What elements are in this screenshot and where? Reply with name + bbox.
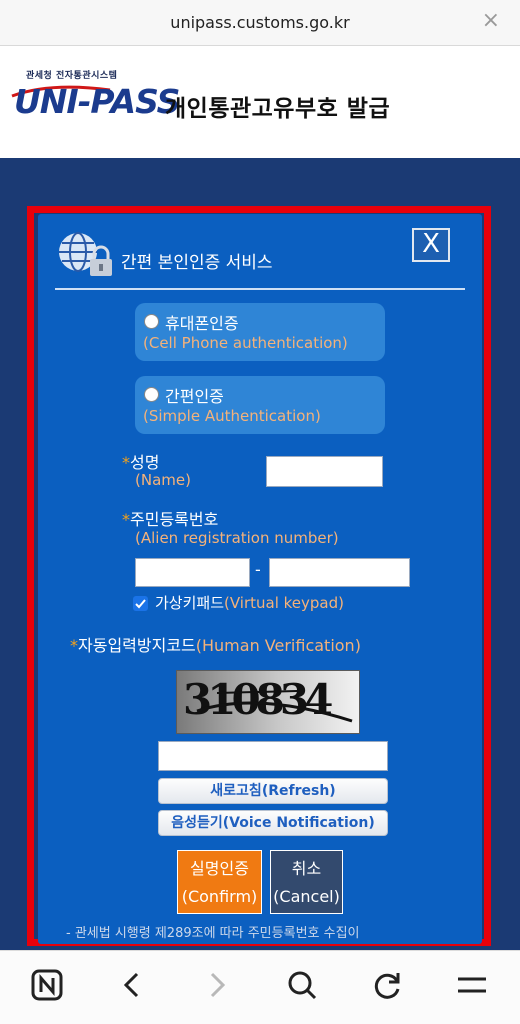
menu-icon[interactable]: [452, 965, 492, 1005]
virtual-keypad-label-en: (Virtual keypad): [224, 594, 344, 612]
confirm-label-en: (Confirm): [181, 887, 258, 906]
option-simple-auth-label: 간편인증: [165, 387, 224, 406]
naver-home-icon[interactable]: [27, 965, 67, 1005]
required-star: *: [70, 636, 78, 655]
regno-separator: -: [255, 560, 261, 579]
regno-label-text: 주민등록번호: [130, 510, 219, 529]
captcha-noise-icon: [196, 690, 353, 723]
confirm-button[interactable]: 실명인증 (Confirm): [177, 850, 262, 914]
name-label-en: (Name): [135, 471, 191, 489]
browser-toolbar: [0, 950, 520, 1024]
virtual-keypad-label: 가상키패드(Virtual keypad): [155, 592, 344, 613]
checkmark-icon: [135, 599, 146, 609]
legal-note: - 관세법 시행령 제289조에 따라 주민등록번호 수집이: [66, 926, 360, 941]
captcha-image: 310834: [176, 670, 360, 734]
name-input[interactable]: [266, 456, 383, 487]
captcha-label: *자동입력방지코드(Human Verification): [70, 632, 361, 656]
page-title: 개인통관고유부호 발급: [165, 96, 391, 122]
dialog-divider: [55, 288, 465, 290]
cancel-button[interactable]: 취소 (Cancel): [270, 850, 343, 914]
cancel-label: 취소: [291, 859, 322, 878]
option-simple-auth-label-en: (Simple Authentication): [143, 407, 321, 425]
refresh-icon[interactable]: [367, 965, 407, 1005]
radio-simple-auth[interactable]: [144, 387, 159, 402]
captcha-label-en: (Human Verification): [195, 636, 361, 655]
confirm-label: 실명인증: [190, 859, 249, 878]
option-cell-phone-auth[interactable]: 휴대폰인증 (Cell Phone authentication): [135, 303, 385, 361]
logo-subtitle: 관세청 전자통관시스템: [26, 71, 118, 81]
globe-lock-icon: [59, 232, 112, 276]
option-cell-phone-label-en: (Cell Phone authentication): [143, 334, 348, 352]
url-text[interactable]: unipass.customs.go.kr: [0, 13, 520, 32]
required-star: *: [122, 453, 130, 472]
regno-label-en: (Alien registration number): [135, 529, 339, 547]
browser-url-bar[interactable]: unipass.customs.go.kr ×: [0, 0, 520, 46]
search-icon[interactable]: [282, 965, 322, 1005]
dialog-title: 간편 본인인증 서비스: [121, 253, 273, 273]
name-label: *성명: [122, 449, 159, 473]
option-cell-phone-label: 휴대폰인증: [165, 314, 239, 333]
radio-cell-phone[interactable]: [144, 314, 159, 329]
forward-icon[interactable]: [197, 965, 237, 1005]
captcha-input[interactable]: [158, 741, 388, 771]
captcha-label-text: 자동입력방지코드: [78, 636, 196, 655]
voice-notification-button[interactable]: 음성듣기(Voice Notification): [158, 810, 388, 836]
regno-second-input[interactable]: [269, 558, 410, 587]
option-simple-auth[interactable]: 간편인증 (Simple Authentication): [135, 376, 385, 434]
name-label-text: 성명: [130, 453, 160, 472]
cancel-label-en: (Cancel): [273, 887, 340, 906]
virtual-keypad-label-text: 가상키패드: [155, 594, 225, 612]
virtual-keypad-checkbox[interactable]: [133, 596, 148, 611]
required-star: *: [122, 510, 130, 529]
refresh-captcha-button[interactable]: 새로고침(Refresh): [158, 778, 388, 804]
unipass-logo[interactable]: UNI-PASS: [14, 82, 180, 121]
regno-first-input[interactable]: [135, 558, 250, 587]
dialog-close-button[interactable]: X: [412, 228, 450, 262]
regno-label: *주민등록번호: [122, 506, 218, 530]
close-tab-icon[interactable]: ×: [482, 10, 500, 32]
back-icon[interactable]: [112, 965, 152, 1005]
site-header: 관세청 전자통관시스템 UNI-PASS 개인통관고유부호 발급: [0, 46, 520, 158]
